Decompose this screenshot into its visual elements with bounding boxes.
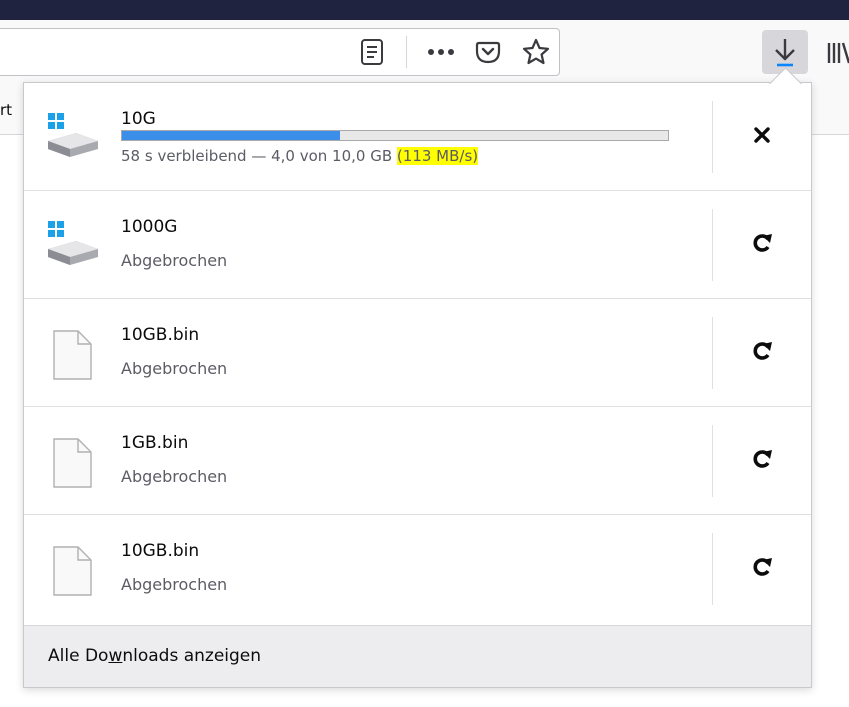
file-icon [46,435,100,489]
download-filename: 1000G [121,217,178,237]
action-separator [712,533,713,605]
download-item[interactable]: 1000G Abgebrochen [24,191,811,299]
close-icon [753,126,771,148]
retry-icon [751,340,773,366]
download-item[interactable]: 10GB.bin Abgebrochen [24,515,811,625]
retry-download-button[interactable] [736,437,788,485]
download-filename: 10GB.bin [121,541,200,561]
window-titlebar [0,0,849,20]
retry-icon [751,448,773,474]
action-separator [712,209,713,281]
download-item[interactable]: 1GB.bin Abgebrochen [24,407,811,515]
retry-icon [751,556,773,582]
downloads-panel: 10G 58 s verbleibend — 4,0 von 10,0 GB (… [23,82,812,688]
retry-download-button[interactable] [736,329,788,377]
library-icon[interactable] [826,40,849,70]
action-separator [712,317,713,389]
pocket-icon[interactable] [474,38,502,66]
bookmark-item-partial[interactable]: rt [0,101,12,119]
download-status: Abgebrochen [121,359,228,378]
download-item[interactable]: 10GB.bin Abgebrochen [24,299,811,407]
cancel-download-button[interactable] [736,113,788,161]
download-status: Abgebrochen [121,467,228,486]
retry-download-button[interactable] [736,221,788,269]
download-progress-fill [122,131,341,140]
action-separator [712,425,713,497]
download-filename: 10GB.bin [121,325,200,345]
download-speed: (113 MB/s) [396,147,479,165]
file-icon [46,327,100,381]
footer-text-end: nloads anzeigen [122,646,262,666]
retry-icon [751,232,773,258]
show-all-downloads-label: Alle Downloads anzeigen [48,646,261,666]
show-all-downloads-button[interactable]: Alle Downloads anzeigen [24,625,811,687]
download-status-text: 58 s verbleibend — 4,0 von 10,0 GB [121,147,397,165]
disk-image-icon [46,219,100,273]
retry-download-button[interactable] [736,545,788,593]
action-separator [712,101,713,173]
download-status: Abgebrochen [121,575,228,594]
file-icon [46,543,100,597]
disk-image-icon [46,111,100,165]
download-status: Abgebrochen [121,251,228,270]
bookmark-star-icon[interactable] [521,37,551,67]
download-item[interactable]: 10G 58 s verbleibend — 4,0 von 10,0 GB (… [24,83,811,191]
page-actions-icon[interactable] [426,40,456,64]
url-bar-separator [406,36,407,68]
download-progress-bar [121,130,669,141]
download-filename: 1GB.bin [121,433,189,453]
footer-text-start: Alle Do [48,646,109,666]
download-filename: 10G [121,109,156,129]
reader-view-icon[interactable] [359,38,385,66]
footer-accesskey: w [108,646,123,666]
download-status: 58 s verbleibend — 4,0 von 10,0 GB (113 … [121,147,479,165]
